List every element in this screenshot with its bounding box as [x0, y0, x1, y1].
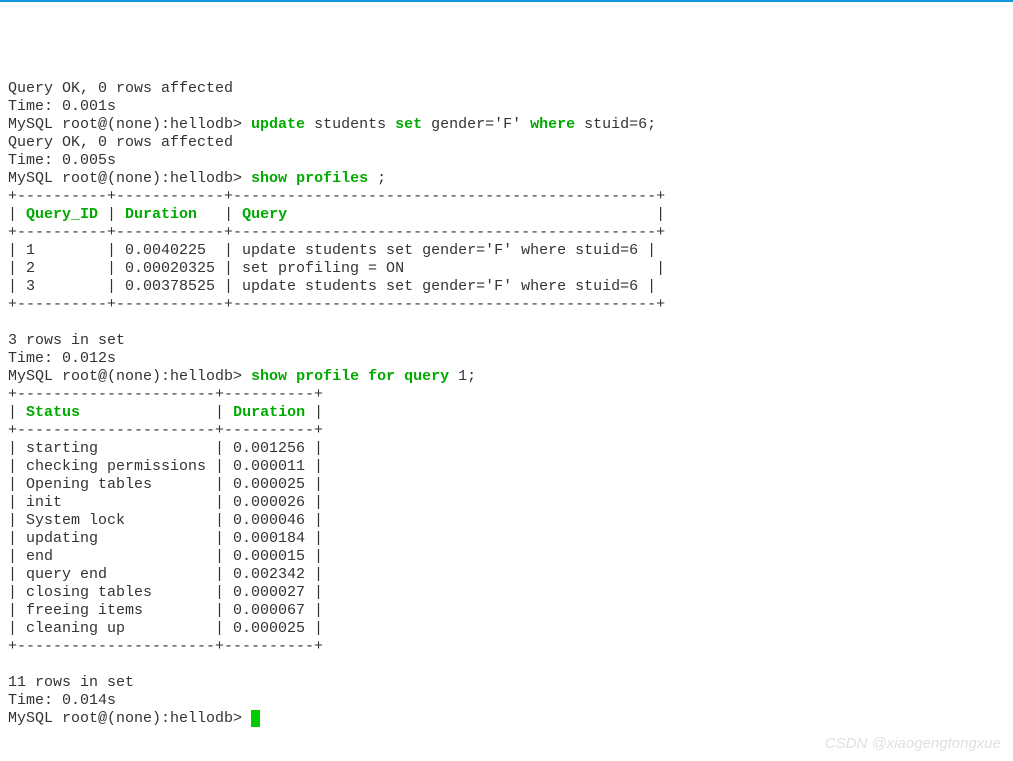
keyword-set: set	[395, 116, 422, 133]
keyword-show: show	[251, 170, 287, 187]
time-1: Time: 0.001s	[8, 98, 116, 115]
profiles-header-p4: |	[287, 206, 665, 223]
profile-row-7: | end | 0.000015 |	[8, 548, 323, 565]
keyword-show-2: show	[251, 368, 287, 385]
prompt-3: MySQL root@(none):hellodb>	[8, 368, 251, 385]
profile-row-11: | cleaning up | 0.000025 |	[8, 620, 323, 637]
profiles-border-bot: +----------+------------+---------------…	[8, 296, 665, 313]
profiles-border-mid: +----------+------------+---------------…	[8, 224, 665, 241]
profiles-summary: 3 rows in set	[8, 332, 125, 349]
cmd1-text3: stuid=6;	[575, 116, 656, 133]
cursor-icon[interactable]	[251, 710, 260, 727]
profile-header-duration: Duration	[233, 404, 305, 421]
profiles-row-2: | 2 | 0.00020325 | set profiling = ON |	[8, 260, 665, 277]
profile-border-bot: +----------------------+----------+	[8, 638, 323, 655]
query-result-2: Query OK, 0 rows affected	[8, 134, 233, 151]
cmd1-text2: gender='F'	[422, 116, 530, 133]
profile-header-p2: |	[80, 404, 233, 421]
profile-row-9: | closing tables | 0.000027 |	[8, 584, 323, 601]
profiles-header-p1: |	[8, 206, 26, 223]
profiles-header-p3: |	[197, 206, 242, 223]
profile-row-10: | freeing items | 0.000067 |	[8, 602, 323, 619]
profiles-border-top: +----------+------------+---------------…	[8, 188, 665, 205]
profile-row-3: | Opening tables | 0.000025 |	[8, 476, 323, 493]
profile-header-p3: |	[305, 404, 323, 421]
profile-row-5: | System lock | 0.000046 |	[8, 512, 323, 529]
profiles-header-p2: |	[98, 206, 125, 223]
time-4: Time: 0.014s	[8, 692, 116, 709]
cmd3-arg: 1;	[458, 368, 476, 385]
time-3: Time: 0.012s	[8, 350, 116, 367]
keyword-where: where	[530, 116, 575, 133]
profile-row-8: | query end | 0.002342 |	[8, 566, 323, 583]
prompt-1: MySQL root@(none):hellodb>	[8, 116, 251, 133]
profile-header-status: Status	[26, 404, 80, 421]
profile-row-1: | starting | 0.001256 |	[8, 440, 323, 457]
keyword-profiles: profiles	[287, 170, 377, 187]
watermark: CSDN @xiaogengtongxue	[825, 735, 1001, 753]
profile-header-p1: |	[8, 404, 26, 421]
profile-row-2: | checking permissions | 0.000011 |	[8, 458, 323, 475]
profiles-header-query: Query	[242, 206, 287, 223]
profile-border-top: +----------------------+----------+	[8, 386, 323, 403]
query-result-1: Query OK, 0 rows affected	[8, 80, 233, 97]
profiles-row-3: | 3 | 0.00378525 | update students set g…	[8, 278, 656, 295]
profile-summary: 11 rows in set	[8, 674, 134, 691]
profiles-header-queryid: Query_ID	[26, 206, 98, 223]
cmd1-text1: students	[305, 116, 395, 133]
prompt-2: MySQL root@(none):hellodb>	[8, 170, 251, 187]
keyword-update: update	[251, 116, 305, 133]
keyword-profile-for-query: profile for query	[287, 368, 458, 385]
prompt-4[interactable]: MySQL root@(none):hellodb>	[8, 710, 251, 727]
cmd2-semicolon: ;	[377, 170, 386, 187]
profile-row-4: | init | 0.000026 |	[8, 494, 323, 511]
profile-border-mid: +----------------------+----------+	[8, 422, 323, 439]
profiles-header-duration: Duration	[125, 206, 197, 223]
profiles-row-1: | 1 | 0.0040225 | update students set ge…	[8, 242, 656, 259]
profile-row-6: | updating | 0.000184 |	[8, 530, 323, 547]
time-2: Time: 0.005s	[8, 152, 116, 169]
